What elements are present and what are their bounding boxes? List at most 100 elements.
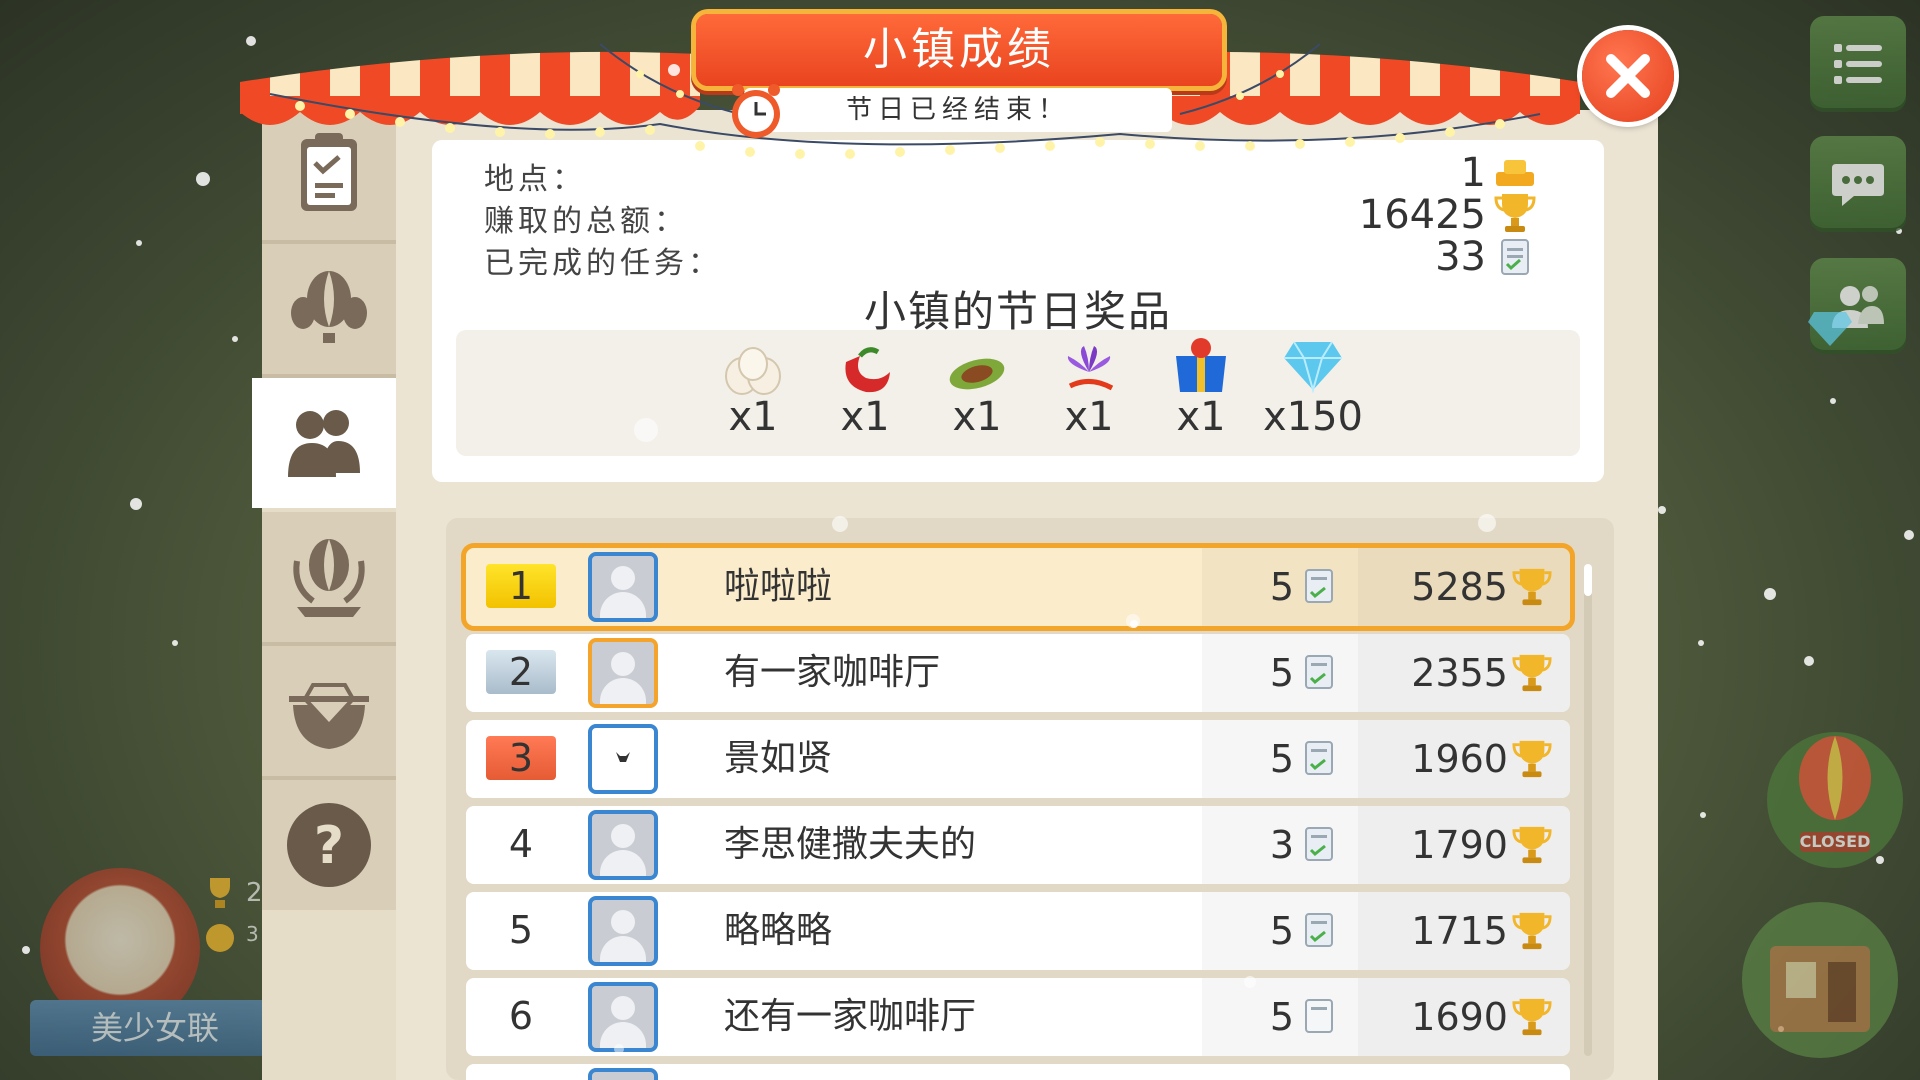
leaderboard-row[interactable]: 6 还有一家咖啡厅 5 1690: [466, 978, 1570, 1056]
prize-qty: x1: [1176, 394, 1226, 440]
svg-text:?: ?: [314, 816, 344, 876]
player-name: 有一家咖啡厅: [724, 652, 941, 693]
balloon-laurel-icon: [293, 539, 365, 617]
closed-label: CLOSED: [1799, 832, 1871, 851]
avatar: [588, 552, 658, 622]
leaderboard-row[interactable]: 4 李思健撒夫夫的 3 1790: [466, 806, 1570, 884]
tasks-value: 33: [1435, 234, 1486, 280]
festival-ended-subtitle: 节日已经结束！: [744, 88, 1172, 132]
prize-qty: x1: [840, 394, 890, 440]
rank-badge: 2: [486, 650, 556, 694]
hot-air-balloons-icon: [291, 271, 367, 343]
diamond-icon: [1806, 308, 1854, 348]
profile-stat-2: 3: [246, 922, 259, 946]
tasks-count: 3: [1269, 823, 1294, 867]
prize-item: x1: [922, 330, 1032, 456]
page-title: 小镇成绩: [696, 14, 1222, 86]
tasks-count: 5: [1269, 651, 1294, 695]
gift-bag-icon: [1176, 338, 1226, 392]
avatar: [588, 1068, 658, 1080]
trophy-icon: [1494, 194, 1536, 232]
trophy-icon: [1512, 654, 1552, 692]
tasks-count: 5: [1269, 565, 1294, 609]
avatar: [588, 638, 658, 708]
earned-value: 16425: [1358, 192, 1486, 238]
rank-badge: 4: [508, 822, 534, 866]
leaderboard-row-partial[interactable]: [466, 1064, 1570, 1080]
player-name: 啦啦啦: [724, 566, 833, 607]
player-name: 景如贤: [724, 738, 833, 779]
town-stats-card: 地点： 1 赚取的总额： 16425 已完成的任务： 33 小镇的节日奖品 x1: [432, 140, 1604, 482]
leaderboard-row[interactable]: 5 略略略 5 1715: [466, 892, 1570, 970]
task-list-icon: [1305, 827, 1333, 861]
tab-town-ranking[interactable]: [252, 378, 396, 508]
prize-item: x1: [698, 330, 808, 456]
chat-bubble-icon: [1832, 164, 1884, 206]
points: 1790: [1411, 823, 1508, 867]
points: 2355: [1411, 651, 1508, 695]
list-icon: [1834, 44, 1882, 84]
leaderboard-scrollbar[interactable]: [1584, 564, 1592, 1056]
scrollbar-thumb[interactable]: [1584, 564, 1592, 596]
rank-badge: 3: [486, 736, 556, 780]
saffron-flower-icon: [1067, 346, 1114, 391]
close-button[interactable]: [1582, 30, 1674, 122]
avatar: [588, 982, 658, 1052]
gem-basket-icon: [289, 683, 369, 749]
trophy-icon: [1512, 568, 1552, 606]
prize-item: x1: [1034, 330, 1144, 456]
task-list-icon: [1305, 655, 1333, 689]
leaderboard-row[interactable]: 1 啦啦啦 5 5285: [466, 548, 1570, 626]
leaderboard-row[interactable]: 2 有一家咖啡厅 5 2355: [466, 634, 1570, 712]
trophy-icon: [1512, 740, 1552, 778]
points: 5285: [1411, 565, 1508, 609]
avatar: [588, 896, 658, 966]
hot-air-balloon-closed-button[interactable]: CLOSED: [1760, 720, 1910, 870]
wolf-avatar-icon: [616, 752, 630, 762]
task-list-icon: [1305, 913, 1333, 947]
task-list-icon: [1305, 741, 1333, 775]
leaderboard-row[interactable]: 3 景如贤 5 1960: [466, 720, 1570, 798]
tab-help[interactable]: ?: [262, 780, 396, 910]
prize-qty: x1: [952, 394, 1002, 440]
alarm-clock-icon: [732, 84, 780, 138]
prize-qty: x1: [1064, 394, 1114, 440]
trophy-icon: [1512, 998, 1552, 1036]
earned-label: 赚取的总额：: [484, 204, 688, 239]
trophy-icon: [1512, 912, 1552, 950]
menu-list-button[interactable]: [1810, 16, 1906, 112]
rank-badge: 1: [486, 564, 556, 608]
avatar: [588, 724, 658, 794]
profile-trophy-icon: [206, 876, 234, 910]
player-name: 还有一家咖啡厅: [724, 996, 977, 1037]
prizes-strip: x1 x1 x1 x1 x1 x150: [456, 330, 1580, 456]
diamond-icon: [1284, 341, 1342, 394]
tab-gem-basket[interactable]: [262, 646, 396, 780]
player-name: 略略略: [724, 910, 833, 951]
question-mark-icon: ?: [287, 803, 371, 887]
shop-building-button[interactable]: [1730, 890, 1910, 1060]
tasks-count: 5: [1269, 737, 1294, 781]
prize-qty: x1: [728, 394, 778, 440]
red-pepper-icon: [845, 347, 890, 393]
rank-badge: 5: [508, 908, 534, 952]
profile-coin-icon: [206, 924, 234, 952]
task-list-icon: [1305, 569, 1333, 603]
avatar: [588, 810, 658, 880]
tasks-label: 已完成的任务：: [484, 246, 722, 281]
tasks-count: 5: [1269, 995, 1294, 1039]
eggs-icon: [725, 347, 781, 395]
task-list-icon: [1501, 239, 1529, 275]
points: 1715: [1411, 909, 1508, 953]
tab-awards[interactable]: [262, 512, 396, 646]
prize-item: x1: [1146, 330, 1256, 456]
prize-qty: x150: [1262, 394, 1364, 440]
rank-badge: 6: [508, 994, 534, 1038]
points: 1690: [1411, 995, 1508, 1039]
profile-stat-1: 2: [246, 878, 263, 908]
trophy-icon: [1512, 826, 1552, 864]
player-name: 李思健撒夫夫的: [724, 824, 977, 865]
chat-button[interactable]: [1810, 136, 1906, 232]
tab-balloons[interactable]: [262, 244, 396, 378]
tasks-count: 5: [1269, 909, 1294, 953]
